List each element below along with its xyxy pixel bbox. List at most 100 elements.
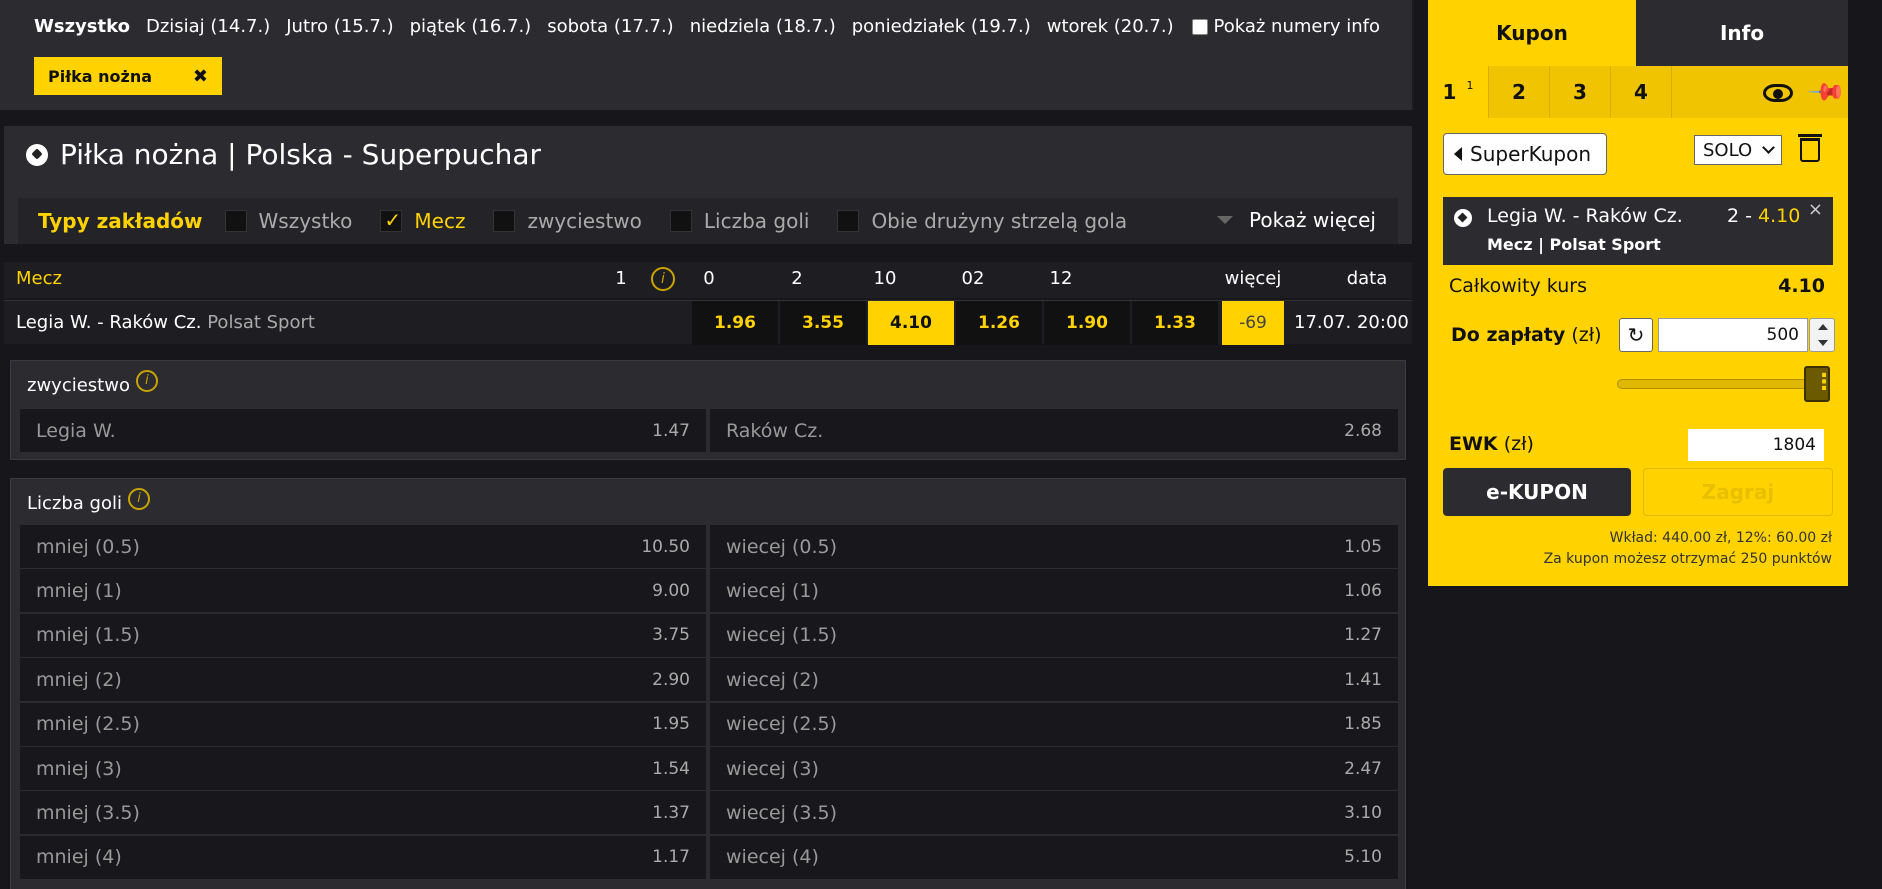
odds-table-header: Mecz i 1 0 2 10 02 12 więcej data	[4, 262, 1412, 298]
checkbox[interactable]	[669, 210, 692, 232]
more-markets-button[interactable]: -69	[1222, 301, 1284, 345]
tab-coupon[interactable]: Kupon	[1428, 0, 1636, 66]
market-option[interactable]: Legia W. 1.47	[20, 409, 706, 452]
market-option[interactable]: wiecej (4) 5.10	[710, 835, 1398, 879]
coupon-mode-select[interactable]: SOLO	[1694, 135, 1782, 165]
refresh-icon[interactable]: ↻	[1619, 318, 1653, 352]
day-friday[interactable]: piątek (16.7.)	[410, 16, 532, 37]
market-option[interactable]: mniej (1) 9.00	[20, 569, 706, 613]
day-today[interactable]: Dzisiaj (14.7.)	[146, 16, 270, 37]
total-odds-label: Całkowity kurs	[1449, 275, 1587, 297]
option-label: Raków Cz.	[726, 419, 824, 442]
ekupon-button[interactable]: e-KUPON	[1443, 468, 1631, 516]
market-option[interactable]: wiecej (1) 1.06	[710, 569, 1398, 613]
column-more: więcej	[1224, 268, 1282, 289]
bet-type-winner[interactable]: zwyciestwo	[493, 209, 642, 233]
market-row: mniej (0.5) 10.50 wiecej (0.5) 1.05	[20, 525, 1398, 568]
show-more-button[interactable]: Pokaż więcej	[1216, 208, 1376, 232]
market-title: Liczba goli i	[27, 487, 150, 514]
filter-chip-football[interactable]: Piłka nożna ✖	[34, 57, 222, 95]
match-name[interactable]: Legia W. - Raków Cz. Polsat Sport	[16, 312, 315, 333]
bet-type-goals[interactable]: Liczba goli	[669, 209, 809, 233]
superkupon-button[interactable]: SuperKupon	[1443, 133, 1607, 175]
bet-pick: 2 - 4.10	[1727, 205, 1800, 227]
bet-type-match[interactable]: Mecz	[380, 208, 465, 233]
coupon-tab-2[interactable]: 2	[1489, 66, 1550, 118]
option-label: wiecej (1.5)	[726, 624, 838, 647]
day-tomorrow[interactable]: Jutro (15.7.)	[286, 16, 393, 37]
odd-button-0[interactable]: 3.55	[780, 301, 866, 345]
odd-button-12[interactable]: 1.33	[1132, 301, 1218, 345]
option-label: mniej (2)	[36, 668, 122, 691]
coupon-panel: Kupon Info 11 2 3 4 📌 SuperKupon SOLO Le…	[1428, 0, 1848, 586]
coupon-tab-1[interactable]: 11	[1428, 66, 1489, 118]
ewk-label: EWK (zł)	[1449, 433, 1534, 455]
stake-summary: Wkład: 440.00 zł, 12%: 60.00 zł	[1609, 530, 1832, 546]
market-option[interactable]: mniej (4) 1.17	[20, 835, 706, 879]
day-monday[interactable]: poniedziałek (19.7.)	[852, 16, 1031, 37]
bet-type-all[interactable]: Wszystko	[224, 209, 353, 233]
stake-slider-handle[interactable]	[1804, 366, 1835, 402]
market-option[interactable]: mniej (2.5) 1.95	[20, 702, 706, 746]
day-tuesday[interactable]: wtorek (20.7.)	[1047, 16, 1174, 37]
market-option[interactable]: Raków Cz. 2.68	[710, 409, 1398, 452]
market-option[interactable]: mniej (2) 2.90	[20, 658, 706, 702]
stake-slider[interactable]	[1617, 379, 1811, 389]
trash-icon[interactable]	[1798, 134, 1822, 162]
show-info-checkbox[interactable]	[1191, 18, 1208, 35]
play-button[interactable]: Zagraj	[1643, 468, 1833, 516]
bet-match: Legia W. - Raków Cz.	[1487, 205, 1683, 227]
market-winner: zwyciestwo i Legia W. 1.47 Raków Cz. 2.68	[10, 360, 1406, 460]
day-saturday[interactable]: sobota (17.7.)	[547, 16, 673, 37]
ewk-unit: (zł)	[1503, 433, 1534, 455]
close-icon[interactable]: ✖	[193, 66, 208, 87]
show-info-toggle[interactable]: Pokaż numery info	[1191, 16, 1380, 37]
coupon-tab-4[interactable]: 4	[1611, 66, 1672, 118]
odd-button-10[interactable]: 1.26	[956, 301, 1042, 345]
option-label: wiecej (3)	[726, 757, 819, 780]
odd-button-02[interactable]: 1.90	[1044, 301, 1130, 345]
stake-stepper[interactable]	[1809, 318, 1835, 352]
market-option[interactable]: wiecej (3.5) 3.10	[710, 791, 1398, 835]
market-option[interactable]: wiecej (1.5) 1.27	[710, 613, 1398, 657]
total-odds-value: 4.10	[1778, 275, 1825, 297]
market-option[interactable]: wiecej (0.5) 1.05	[710, 525, 1398, 568]
column-0: 0	[703, 268, 715, 289]
bet-type-label: Obie drużyny strzelą gola	[871, 209, 1128, 233]
tab-info[interactable]: Info	[1636, 0, 1848, 66]
checkbox-checked[interactable]	[380, 208, 403, 232]
market-option[interactable]: mniej (1.5) 3.75	[20, 613, 706, 657]
bet-type-btts[interactable]: Obie drużyny strzelą gola	[837, 209, 1127, 233]
info-icon[interactable]: i	[135, 369, 158, 392]
info-icon[interactable]: i	[128, 487, 150, 510]
odd-button-2[interactable]: 4.10	[868, 301, 954, 345]
market-option[interactable]: wiecej (3) 2.47	[710, 747, 1398, 790]
column-date: data	[1346, 268, 1388, 289]
day-all[interactable]: Wszystko	[34, 16, 130, 37]
option-label: mniej (2.5)	[36, 713, 140, 736]
page-title: Piłka nożna | Polska - Superpuchar	[26, 138, 541, 171]
stake-input[interactable]: 500	[1658, 318, 1808, 352]
main-area: Wszystko Dzisiaj (14.7.) Jutro (15.7.) p…	[0, 0, 1414, 889]
option-odd: 1.41	[1344, 669, 1382, 690]
section-header: Piłka nożna | Polska - Superpuchar Typy …	[4, 126, 1412, 244]
eye-icon[interactable]	[1763, 84, 1793, 102]
market-option[interactable]: mniej (3) 1.54	[20, 747, 706, 790]
market-row: mniej (1.5) 3.75 wiecej (1.5) 1.27	[20, 613, 1398, 657]
checkbox[interactable]	[224, 210, 247, 232]
market-option[interactable]: mniej (3.5) 1.37	[20, 791, 706, 835]
odd-button-1[interactable]: 1.96	[692, 301, 778, 345]
checkbox[interactable]	[493, 210, 516, 232]
day-sunday[interactable]: niedziela (18.7.)	[690, 16, 836, 37]
ewk-field[interactable]: 1804	[1688, 429, 1824, 461]
market-option[interactable]: wiecej (2) 1.41	[710, 658, 1398, 702]
market-option[interactable]: wiecej (2.5) 1.85	[710, 702, 1398, 746]
bet-type-label: Wszystko	[258, 209, 353, 233]
close-icon[interactable]: ×	[1808, 199, 1823, 220]
market-goals: Liczba goli i mniej (0.5) 10.50 wiecej (0.5…	[10, 478, 1406, 889]
match-tv: Polsat Sport	[207, 312, 315, 333]
checkbox[interactable]	[837, 210, 860, 232]
coupon-tab-3[interactable]: 3	[1550, 66, 1611, 118]
market-option[interactable]: mniej (0.5) 10.50	[20, 525, 706, 568]
column-02: 02	[961, 268, 985, 289]
